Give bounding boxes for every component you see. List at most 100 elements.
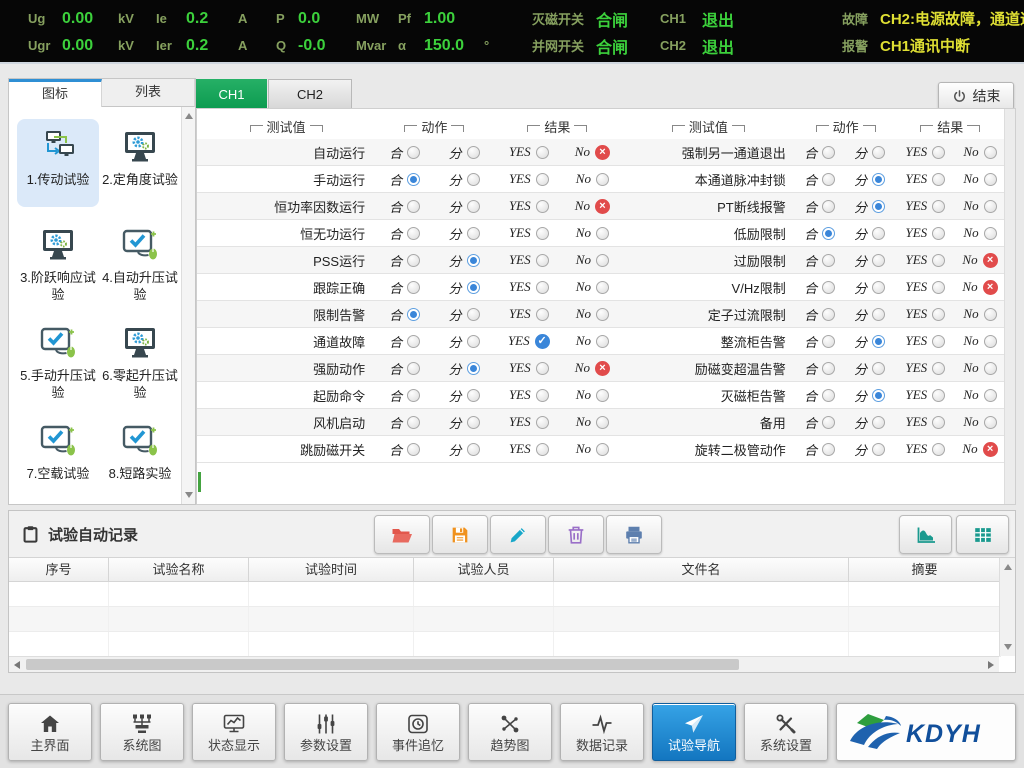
radio-yes[interactable]	[932, 416, 945, 429]
result-no-option[interactable]: No×	[955, 441, 1005, 457]
radio-close[interactable]	[822, 254, 835, 267]
radio-no[interactable]	[984, 200, 997, 213]
radio-open[interactable]	[872, 254, 885, 267]
radio-close[interactable]	[407, 146, 420, 159]
records-column-header[interactable]: 摘要	[849, 558, 1001, 581]
radio-no[interactable]	[596, 173, 609, 186]
print-record-button[interactable]	[606, 515, 662, 554]
radio-close[interactable]	[822, 416, 835, 429]
action-open-option[interactable]: 分	[844, 386, 896, 405]
action-close-option[interactable]: 合	[796, 359, 844, 378]
record-row[interactable]	[9, 582, 1001, 607]
result-no-option[interactable]: No×	[564, 144, 621, 160]
radio-open[interactable]	[467, 254, 480, 267]
action-open-option[interactable]: 分	[434, 359, 493, 378]
result-yes-option[interactable]: YES	[896, 360, 956, 376]
result-no-option[interactable]: No×	[564, 198, 621, 214]
result-no-option[interactable]: No	[564, 306, 621, 322]
result-yes-option[interactable]: YES	[896, 171, 956, 187]
action-open-option[interactable]: 分	[434, 197, 493, 216]
radio-no[interactable]	[984, 308, 997, 321]
action-open-option[interactable]: 分	[434, 440, 493, 459]
radio-yes[interactable]	[932, 443, 945, 456]
radio-open[interactable]	[467, 416, 480, 429]
result-no-option[interactable]: No	[564, 225, 621, 241]
brand-logo-button[interactable]: KDYH	[836, 703, 1016, 761]
action-close-option[interactable]: 合	[375, 440, 434, 459]
records-column-header[interactable]: 试验时间	[249, 558, 414, 581]
action-close-option[interactable]: 合	[375, 332, 434, 351]
radio-yes[interactable]	[536, 227, 549, 240]
radio-open[interactable]	[872, 389, 885, 402]
sidebar-item[interactable]: 2.定角度试验	[99, 119, 181, 207]
radio-open[interactable]	[467, 146, 480, 159]
radio-open[interactable]	[467, 443, 480, 456]
action-open-option[interactable]: 分	[434, 278, 493, 297]
radio-yes[interactable]	[932, 308, 945, 321]
delete-record-button[interactable]	[548, 515, 604, 554]
sidebar-item[interactable]: 5.手动升压试验	[17, 315, 99, 403]
nav-button-4[interactable]: 参数设置	[284, 703, 368, 761]
no-cross-icon[interactable]: ×	[983, 253, 998, 268]
radio-no[interactable]	[596, 254, 609, 267]
action-close-option[interactable]: 合	[375, 143, 434, 162]
radio-close[interactable]	[822, 200, 835, 213]
result-yes-option[interactable]: YES	[494, 171, 564, 187]
radio-open[interactable]	[872, 443, 885, 456]
sidebar-item[interactable]: 4.自动升压试验	[99, 217, 181, 305]
action-open-option[interactable]: 分	[434, 251, 493, 270]
result-yes-option[interactable]: YES	[896, 333, 956, 349]
radio-yes[interactable]	[536, 200, 549, 213]
radio-no[interactable]	[984, 335, 997, 348]
result-no-option[interactable]: No	[955, 225, 1005, 241]
tab-ch2[interactable]: CH2	[268, 79, 352, 109]
nav-button-7[interactable]: 数据记录	[560, 703, 644, 761]
result-no-option[interactable]: No	[955, 414, 1005, 430]
records-column-header[interactable]: 试验名称	[109, 558, 249, 581]
radio-yes[interactable]	[932, 227, 945, 240]
radio-open[interactable]	[872, 200, 885, 213]
edit-record-button[interactable]	[490, 515, 546, 554]
scroll-up-icon[interactable]	[185, 113, 193, 119]
action-close-option[interactable]: 合	[796, 278, 844, 297]
nav-button-8[interactable]: 试验导航	[652, 703, 736, 761]
nav-button-3[interactable]: 状态显示	[192, 703, 276, 761]
radio-close[interactable]	[407, 308, 420, 321]
action-close-option[interactable]: 合	[796, 143, 844, 162]
action-open-option[interactable]: 分	[434, 143, 493, 162]
result-no-option[interactable]: No×	[955, 279, 1005, 295]
result-no-option[interactable]: No	[564, 171, 621, 187]
action-open-option[interactable]: 分	[434, 305, 493, 324]
records-vscrollbar[interactable]	[999, 558, 1015, 656]
radio-close[interactable]	[407, 335, 420, 348]
result-no-option[interactable]: No	[955, 387, 1005, 403]
action-open-option[interactable]: 分	[844, 143, 896, 162]
action-close-option[interactable]: 合	[375, 224, 434, 243]
radio-open[interactable]	[467, 200, 480, 213]
tab-ch1[interactable]: CH1	[196, 79, 267, 109]
records-column-header[interactable]: 试验人员	[414, 558, 554, 581]
result-yes-option[interactable]: YES	[896, 306, 956, 322]
result-yes-option[interactable]: YES	[494, 360, 564, 376]
radio-yes[interactable]	[932, 200, 945, 213]
radio-yes[interactable]	[536, 146, 549, 159]
radio-close[interactable]	[407, 227, 420, 240]
result-no-option[interactable]: No	[955, 360, 1005, 376]
result-yes-option[interactable]: YES	[494, 387, 564, 403]
action-open-option[interactable]: 分	[844, 170, 896, 189]
hscroll-thumb[interactable]	[26, 659, 739, 670]
sidebar-item[interactable]: 1.传动试验	[17, 119, 99, 207]
action-open-option[interactable]: 分	[844, 197, 896, 216]
result-no-option[interactable]: No	[955, 333, 1005, 349]
radio-close[interactable]	[822, 443, 835, 456]
radio-no[interactable]	[984, 362, 997, 375]
action-open-option[interactable]: 分	[434, 224, 493, 243]
action-open-option[interactable]: 分	[434, 170, 493, 189]
action-open-option[interactable]: 分	[844, 332, 896, 351]
yes-check-icon[interactable]: ✓	[535, 334, 550, 349]
radio-no[interactable]	[596, 389, 609, 402]
result-no-option[interactable]: No	[955, 198, 1005, 214]
result-yes-option[interactable]: YES	[494, 144, 564, 160]
radio-close[interactable]	[822, 308, 835, 321]
radio-yes[interactable]	[932, 146, 945, 159]
